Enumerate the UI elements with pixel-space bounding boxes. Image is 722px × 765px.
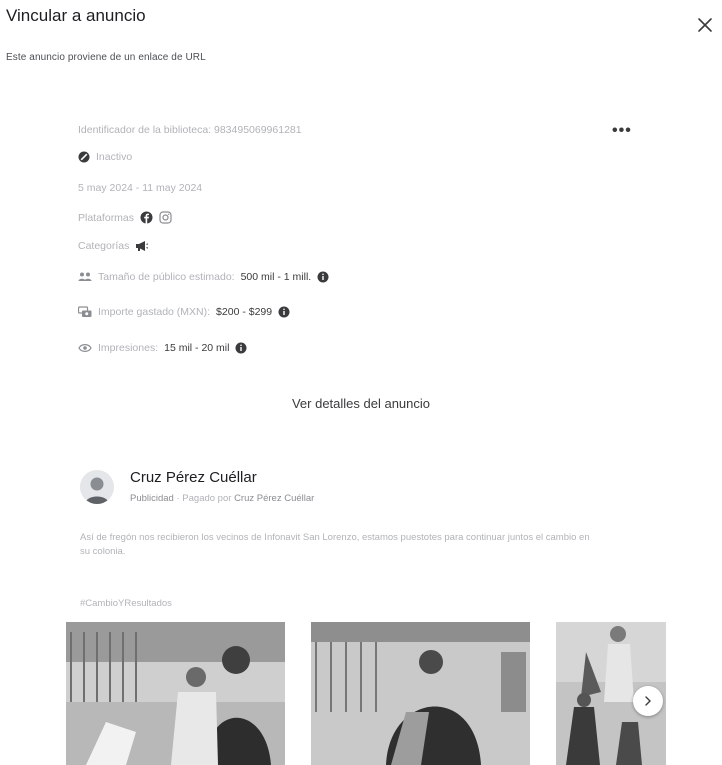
dialog-subtitle: Este anuncio proviene de un enlace de UR… [6,52,206,63]
info-icon[interactable] [278,306,290,318]
audience-value: 500 mil - 1 mill. [240,271,312,283]
info-icon[interactable] [235,342,247,354]
close-icon[interactable] [694,14,716,36]
money-icon [78,306,92,317]
more-options-icon[interactable]: ••• [612,122,632,140]
platforms-row: Plataformas [78,211,172,224]
library-id-text: Identificador de la biblioteca: 98349506… [78,124,302,136]
inactive-status-icon [78,151,90,163]
impressions-label: Impresiones: [98,342,159,354]
info-icon[interactable] [317,271,329,283]
facebook-icon [140,211,153,224]
audience-label: Tamaño de público estimado: [98,271,235,283]
advertiser-name[interactable]: Cruz Pérez Cuéllar [130,469,257,486]
ad-sponsor-line: Publicidad · Pagado por Cruz Pérez Cuéll… [130,493,314,504]
spend-value: $200 - $299 [216,306,273,318]
date-range: 5 may 2024 - 11 may 2024 [78,182,202,194]
instagram-icon [159,211,172,224]
platforms-label: Plataformas [78,211,135,224]
avatar[interactable] [80,470,114,504]
status-row: Inactivo [78,151,132,163]
status-text: Inactivo [96,151,133,163]
carousel-image-2[interactable] [311,622,530,765]
dialog-title: Vincular a anuncio [6,6,146,25]
audience-icon [78,272,92,281]
paid-by-name: Cruz Pérez Cuéllar [234,493,315,504]
eye-icon [78,344,92,352]
spend-label: Importe gastado (MXN): [98,306,211,318]
spend-row: Importe gastado (MXN): $200 - $299 [78,306,290,318]
sponsored-label: Publicidad [130,493,174,504]
ad-hashtag[interactable]: #CambioYResultados [80,598,172,609]
categories-label: Categorías [78,240,130,252]
impressions-value: 15 mil - 20 mil [164,342,230,354]
carousel-next-button[interactable] [633,686,663,716]
audience-row: Tamaño de público estimado: 500 mil - 1 … [78,271,329,283]
view-ad-details-button[interactable]: Ver detalles del anuncio [0,396,722,411]
carousel-image-1[interactable] [66,622,285,765]
library-id: Identificador de la biblioteca: 98349506… [78,124,302,136]
date-range-text: 5 may 2024 - 11 may 2024 [78,182,203,194]
megaphone-icon [136,241,149,251]
categories-row: Categorías [78,240,149,252]
chevron-right-icon [645,696,651,706]
impressions-row: Impresiones: 15 mil - 20 mil [78,342,247,354]
paid-by-prefix: · Pagado por [176,493,232,504]
advertiser-photo [80,470,114,504]
ad-body-text: Así de fregón nos recibieron los vecinos… [80,532,590,557]
